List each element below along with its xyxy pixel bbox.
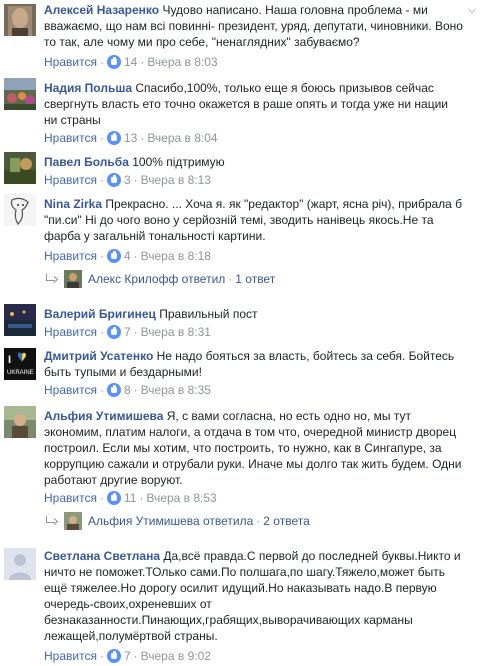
like-reaction-icon[interactable] [106, 131, 121, 145]
comment-actions: Нравится · 14 · Вчера в 8:03 [44, 55, 218, 69]
reply-count[interactable]: 1 ответ [235, 272, 275, 286]
comment-author[interactable]: Светлана Светлана [44, 549, 160, 563]
comment-timestamp[interactable]: Вчера в 8:13 [141, 173, 211, 187]
comment-actions: Нравится · 11 · Вчера в 8:53 [44, 491, 217, 505]
comment-text: Правильный пост [159, 307, 258, 321]
reaction-count[interactable]: 8 [124, 383, 131, 397]
avatar[interactable] [4, 152, 36, 184]
like-reaction-icon[interactable] [106, 249, 121, 263]
comment-timestamp[interactable]: Вчера в 8:31 [141, 325, 211, 339]
comment-timestamp[interactable]: Вчера в 8:35 [141, 383, 211, 397]
comment-author[interactable]: Nina Zirka [44, 197, 102, 211]
comment-timestamp[interactable]: Вчера в 8:03 [147, 55, 217, 69]
reaction-count[interactable]: 4 [124, 249, 131, 263]
like-button[interactable]: Нравится [44, 131, 97, 145]
comment-actions: Нравится · 7 · Вчера в 9:02 [44, 649, 211, 663]
like-button[interactable]: Нравится [44, 249, 97, 263]
comment-text: Прекрасно. ... Хоча я. як "редактор" (жа… [44, 197, 463, 243]
comment-actions: Нравится · 8 · Вчера в 8:35 [44, 383, 211, 397]
comment-author[interactable]: Надия Польша [44, 81, 132, 95]
comment-timestamp[interactable]: Вчера в 9:02 [141, 649, 211, 663]
like-reaction-icon[interactable] [106, 325, 121, 339]
like-reaction-icon[interactable] [106, 55, 121, 69]
comment-timestamp[interactable]: Вчера в 8:04 [147, 131, 217, 145]
avatar [64, 270, 82, 288]
reaction-count[interactable]: 14 [124, 55, 137, 69]
svg-text:I: I [8, 354, 11, 366]
comment-timestamp[interactable]: Вчера в 8:18 [141, 249, 211, 263]
like-reaction-icon[interactable] [106, 649, 121, 663]
comment-author[interactable]: Дмитрий Усатенко [44, 349, 153, 363]
comment-actions: Нравится · 4 · Вчера в 8:18 [44, 249, 211, 263]
like-button[interactable]: Нравится [44, 55, 97, 69]
avatar[interactable] [4, 194, 36, 226]
like-button[interactable]: Нравится [44, 383, 97, 397]
like-button[interactable]: Нравится [44, 491, 97, 505]
avatar [64, 512, 82, 530]
comment-author[interactable]: Павел Больба [44, 155, 129, 169]
reaction-count[interactable]: 7 [124, 649, 131, 663]
comment-text: 100% підтримую [132, 155, 225, 169]
like-reaction-icon[interactable] [106, 173, 121, 187]
like-button[interactable]: Нравится [44, 325, 97, 339]
comment-author[interactable]: Валерий Бригинец [44, 307, 156, 321]
like-button[interactable]: Нравится [44, 649, 97, 663]
avatar[interactable] [4, 406, 36, 438]
comment-author[interactable]: Альфия Утимишева [44, 409, 163, 423]
comment-actions: Нравится · 3 · Вчера в 8:13 [44, 173, 211, 187]
reaction-count[interactable]: 7 [124, 325, 131, 339]
avatar[interactable] [4, 548, 36, 580]
like-reaction-icon[interactable] [106, 383, 121, 397]
avatar[interactable] [4, 78, 36, 110]
reply-arrow-icon [44, 274, 56, 284]
reply-count[interactable]: 2 ответа [263, 514, 309, 528]
reply-author[interactable]: Альфия Утимишева ответила [88, 514, 253, 528]
replies-link[interactable]: Альфия Утимишева ответила · 2 ответа [44, 512, 310, 530]
like-button[interactable]: Нравится [44, 173, 97, 187]
comment-actions: Нравится · 13 · Вчера в 8:04 [44, 131, 218, 145]
reaction-count[interactable]: 3 [124, 173, 131, 187]
reaction-count[interactable]: 11 [124, 491, 136, 505]
reply-arrow-icon [44, 516, 56, 526]
reaction-count[interactable]: 13 [124, 131, 137, 145]
chevron-down-icon[interactable] [468, 6, 476, 14]
replies-link[interactable]: Алекс Крилофф ответил · 1 ответ [44, 270, 275, 288]
avatar[interactable] [4, 304, 36, 336]
reply-author[interactable]: Алекс Крилофф ответил [88, 272, 225, 286]
avatar[interactable] [4, 4, 36, 36]
like-reaction-icon[interactable] [106, 491, 121, 505]
comment-actions: Нравится · 7 · Вчера в 8:31 [44, 325, 211, 339]
comment-text: Да,всё правда.С первой до последней букв… [44, 549, 461, 643]
avatar-caption: UKRAINE [7, 370, 34, 376]
avatar[interactable]: I UKRAINE [4, 348, 36, 380]
comment-author[interactable]: Алексей Назаренко [44, 3, 159, 17]
comment-timestamp[interactable]: Вчера в 8:53 [146, 491, 216, 505]
